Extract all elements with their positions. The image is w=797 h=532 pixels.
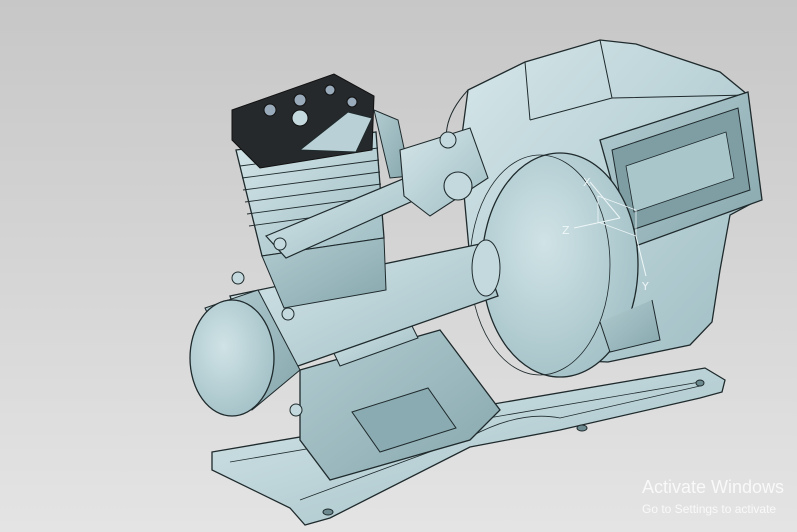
engine-generator-model[interactable]: X Z Y — [0, 0, 797, 532]
triad-x-label: X — [583, 176, 591, 189]
cad-viewport[interactable]: X Z Y Activate Windows Go to Settings to… — [0, 0, 797, 532]
triad-z-label: Z — [562, 224, 570, 237]
triad-y-label: Y — [641, 280, 649, 293]
